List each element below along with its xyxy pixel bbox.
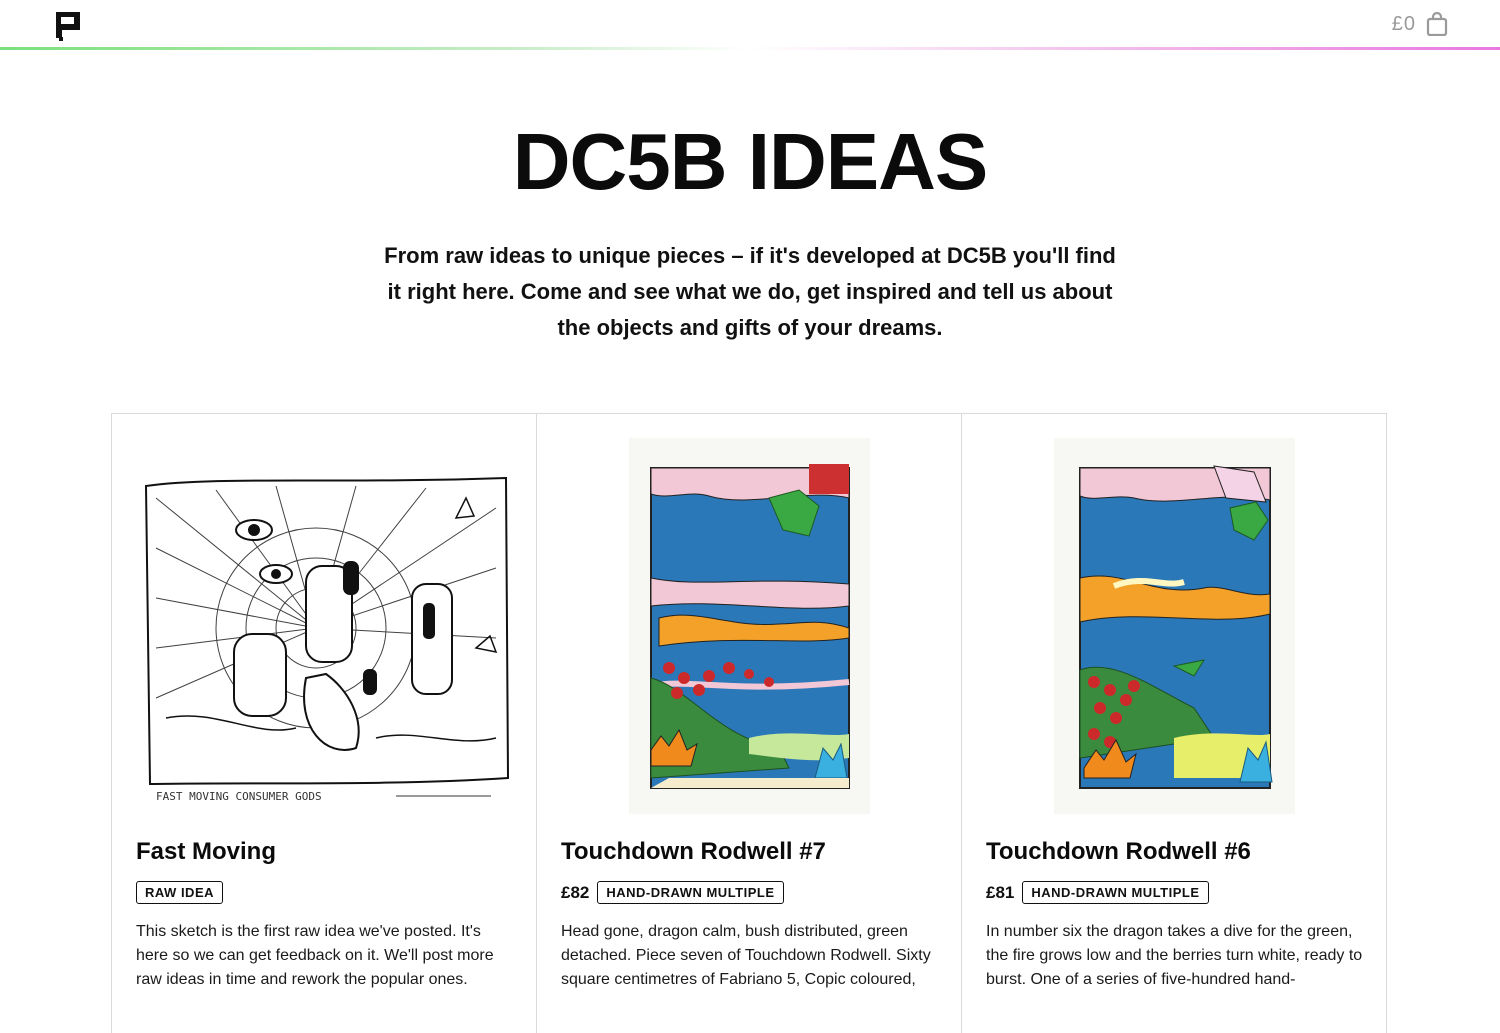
product-image-drawing[interactable] xyxy=(1054,438,1295,814)
product-price: £82 xyxy=(561,882,590,902)
product-description: In number six the dragon takes a dive fo… xyxy=(986,923,1363,988)
product-type-badge: HAND-DRAWN MULTIPLE xyxy=(597,881,784,904)
header-gradient-divider xyxy=(0,47,1500,50)
product-price: £81 xyxy=(986,882,1015,902)
product-meta: £82 HAND-DRAWN MULTIPLE xyxy=(561,881,784,904)
product-description: This sketch is the first raw idea we've … xyxy=(136,923,494,988)
shopping-bag-icon xyxy=(1426,11,1448,37)
product-description: Head gone, dragon calm, bush distributed… xyxy=(561,923,931,988)
product-grid: FAST MOVING CONSUMER GODS Fast Moving RA… xyxy=(111,413,1390,1033)
product-image-drawing[interactable] xyxy=(629,438,870,814)
product-title[interactable]: Fast Moving xyxy=(136,838,276,866)
page-intro: From raw ideas to unique pieces – if it'… xyxy=(384,243,1116,340)
page-title: DC5B IDEAS xyxy=(512,117,989,206)
product-title[interactable]: Touchdown Rodwell #7 xyxy=(561,838,826,866)
product-card[interactable]: Touchdown Rodwell #7 £82 HAND-DRAWN MULT… xyxy=(537,413,962,1033)
product-meta: RAW IDEA xyxy=(136,881,223,904)
product-meta: £81 HAND-DRAWN MULTIPLE xyxy=(986,881,1209,904)
cart-total: £0 xyxy=(1391,12,1416,35)
product-card[interactable]: Touchdown Rodwell #6 £81 HAND-DRAWN MULT… xyxy=(962,413,1387,1033)
product-title[interactable]: Touchdown Rodwell #6 xyxy=(986,838,1251,866)
sketch-caption: FAST MOVING CONSUMER GODS xyxy=(156,790,322,803)
dc5b-logo-icon[interactable] xyxy=(56,12,82,42)
product-card[interactable]: FAST MOVING CONSUMER GODS Fast Moving RA… xyxy=(112,413,537,1033)
cart-button[interactable]: £0 xyxy=(1391,11,1448,37)
product-image-sketch[interactable]: FAST MOVING CONSUMER GODS xyxy=(136,438,513,814)
product-type-badge: HAND-DRAWN MULTIPLE xyxy=(1022,881,1209,904)
product-type-badge: RAW IDEA xyxy=(136,881,223,904)
top-navigation-bar: £0 xyxy=(0,0,1500,50)
